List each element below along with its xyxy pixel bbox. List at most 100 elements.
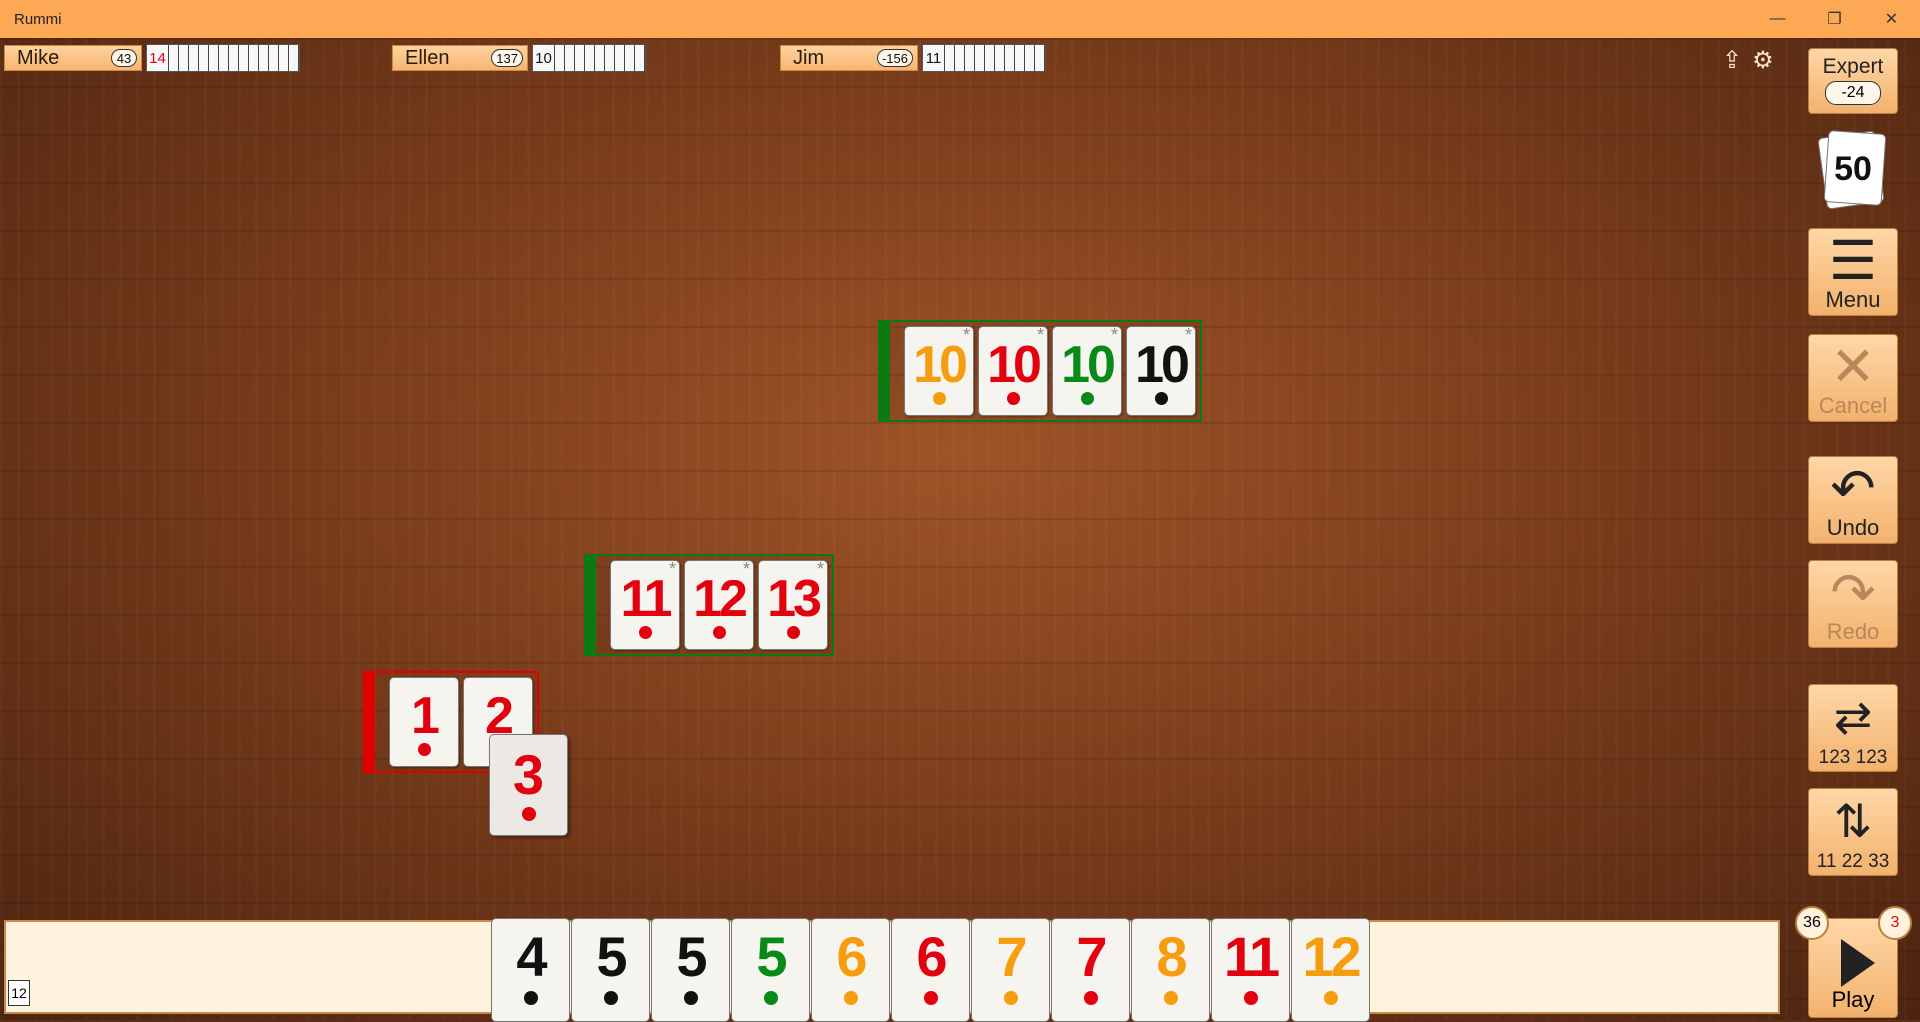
tile-orange-6[interactable]: 6: [811, 918, 890, 1022]
gear-icon[interactable]: ⚙: [1752, 46, 1774, 75]
meld-run-red-high[interactable]: 11 * 12 * 13 *: [584, 554, 834, 656]
player-tile-count: 14: [146, 44, 300, 72]
tile-number: 5: [676, 925, 707, 988]
player-bar-jim: Jim -156 11: [780, 44, 1046, 72]
window-title: Rummi: [14, 10, 62, 28]
undo-icon: ↶: [1830, 459, 1876, 519]
tile-red-13[interactable]: 13 *: [758, 559, 828, 650]
tile-black-5[interactable]: 5: [571, 918, 650, 1022]
tile-count-label: 14: [147, 45, 169, 71]
tile-dot: [1243, 991, 1258, 1005]
tile-dot: [1083, 991, 1098, 1005]
player-name: Jim: [793, 46, 825, 69]
level-label: Expert: [1822, 55, 1884, 78]
tile-number: 11: [1223, 925, 1280, 988]
undo-button[interactable]: ↶ Undo: [1808, 456, 1898, 544]
tile-green-5[interactable]: 5: [731, 918, 810, 1022]
tile-dot: [638, 626, 652, 639]
tile-dot: [1323, 991, 1338, 1005]
game-table[interactable]: [0, 38, 1920, 1020]
tile-number: 13: [767, 570, 822, 628]
sort-run-button[interactable]: ⇄ 123 123: [1808, 684, 1898, 772]
timer-badge: 36: [1795, 906, 1829, 940]
new-tile-marker: *: [1110, 325, 1118, 345]
tile-pool: 50: [1817, 130, 1887, 210]
redo-icon: ↷: [1830, 563, 1876, 623]
close-button[interactable]: ✕: [1863, 0, 1920, 38]
tile-dot: [1163, 991, 1178, 1005]
play-icon: [1841, 939, 1875, 987]
tile-red-1[interactable]: 1: [389, 677, 459, 767]
tile-dot: [1006, 392, 1020, 405]
tile-red-10[interactable]: 10 *: [978, 325, 1048, 416]
dragged-tile[interactable]: 3: [489, 734, 568, 836]
redo-button[interactable]: ↷ Redo: [1808, 560, 1898, 648]
tile-number: 8: [1156, 925, 1187, 988]
player-tile-count: 10: [532, 44, 646, 72]
tile-dot: [523, 991, 538, 1005]
rack-tile-count: 12: [8, 980, 30, 1006]
tile-orange-10[interactable]: 10 *: [904, 325, 974, 416]
player-bar-ellen: Ellen 137 10: [392, 44, 646, 72]
tile-count-label: 10: [533, 45, 555, 71]
tile-number: 4: [516, 925, 547, 988]
tile-orange-12[interactable]: 12: [1291, 918, 1370, 1022]
turn-badge: 3: [1878, 906, 1912, 940]
tile-dot: [521, 807, 536, 821]
player-tile-count: 11: [922, 44, 1046, 72]
tile-black-10[interactable]: 10 *: [1126, 325, 1196, 416]
player-score: 43: [111, 49, 137, 67]
tile-red-12[interactable]: 12 *: [684, 559, 754, 650]
meld-group-tens[interactable]: 10 * 10 * 10 * 10 *: [878, 320, 1202, 422]
tile-dot: [786, 626, 800, 639]
tile-green-10[interactable]: 10 *: [1052, 325, 1122, 416]
tile-number: 12: [1302, 925, 1361, 988]
tile-black-5[interactable]: 5: [651, 918, 730, 1022]
tile-number: 10: [1061, 336, 1116, 394]
tile-dot: [843, 991, 858, 1005]
new-tile-marker: *: [1036, 325, 1044, 345]
new-tile-marker: *: [816, 559, 824, 579]
tile-orange-8[interactable]: 8: [1131, 918, 1210, 1022]
player-name: Mike: [17, 46, 60, 69]
tile-red-7[interactable]: 7: [1051, 918, 1130, 1022]
player-score: -156: [876, 49, 913, 67]
tile-orange-7[interactable]: 7: [971, 918, 1050, 1022]
tile-red-6[interactable]: 6: [891, 918, 970, 1022]
restore-button[interactable]: ❐: [1806, 0, 1863, 38]
tile-red-11[interactable]: 11 *: [610, 559, 680, 650]
tile-dot: [712, 626, 726, 639]
tile-dot: [683, 991, 698, 1005]
level-score: -24: [1825, 81, 1881, 105]
sort-group-button[interactable]: ⇅ 11 22 33: [1808, 788, 1898, 876]
top-icons: ⇪ ⚙: [1722, 46, 1774, 75]
tile-dot: [1154, 392, 1168, 405]
tile-dot: [417, 743, 431, 756]
tile-number: 5: [756, 925, 787, 988]
player-bar-mike: Mike 43 14: [4, 44, 300, 72]
rack-tiles[interactable]: 4 5 5 5 6 6 7 7 8 11 12: [491, 918, 1370, 1022]
tile-red-11[interactable]: 11: [1211, 918, 1290, 1022]
tile-number: 6: [916, 925, 947, 988]
cancel-button[interactable]: ✕ Cancel: [1808, 334, 1898, 422]
level-indicator: Expert -24: [1808, 48, 1898, 114]
swap-vertical-icon: ⇅: [1833, 795, 1873, 847]
tile-number: 11: [620, 570, 673, 628]
hamburger-icon: ☰: [1828, 231, 1878, 291]
pool-count: 50: [1834, 150, 1872, 188]
tile-number: 10: [913, 336, 968, 394]
minimize-button[interactable]: —: [1749, 0, 1806, 38]
tile-dot: [923, 991, 938, 1005]
tile-dot: [1080, 392, 1094, 405]
tile-black-4[interactable]: 4: [491, 918, 570, 1022]
tile-dot: [1003, 991, 1018, 1005]
tile-dot: [603, 991, 618, 1005]
player-score: 137: [491, 49, 523, 67]
menu-button[interactable]: ☰ Menu: [1808, 228, 1898, 316]
share-icon[interactable]: ⇪: [1722, 46, 1742, 75]
title-bar: Rummi — ❐ ✕: [0, 0, 1920, 38]
tile-dot: [763, 991, 778, 1005]
tile-count-label: 11: [923, 45, 945, 71]
tile-number: 3: [512, 743, 545, 806]
tile-number: 7: [1076, 925, 1107, 988]
